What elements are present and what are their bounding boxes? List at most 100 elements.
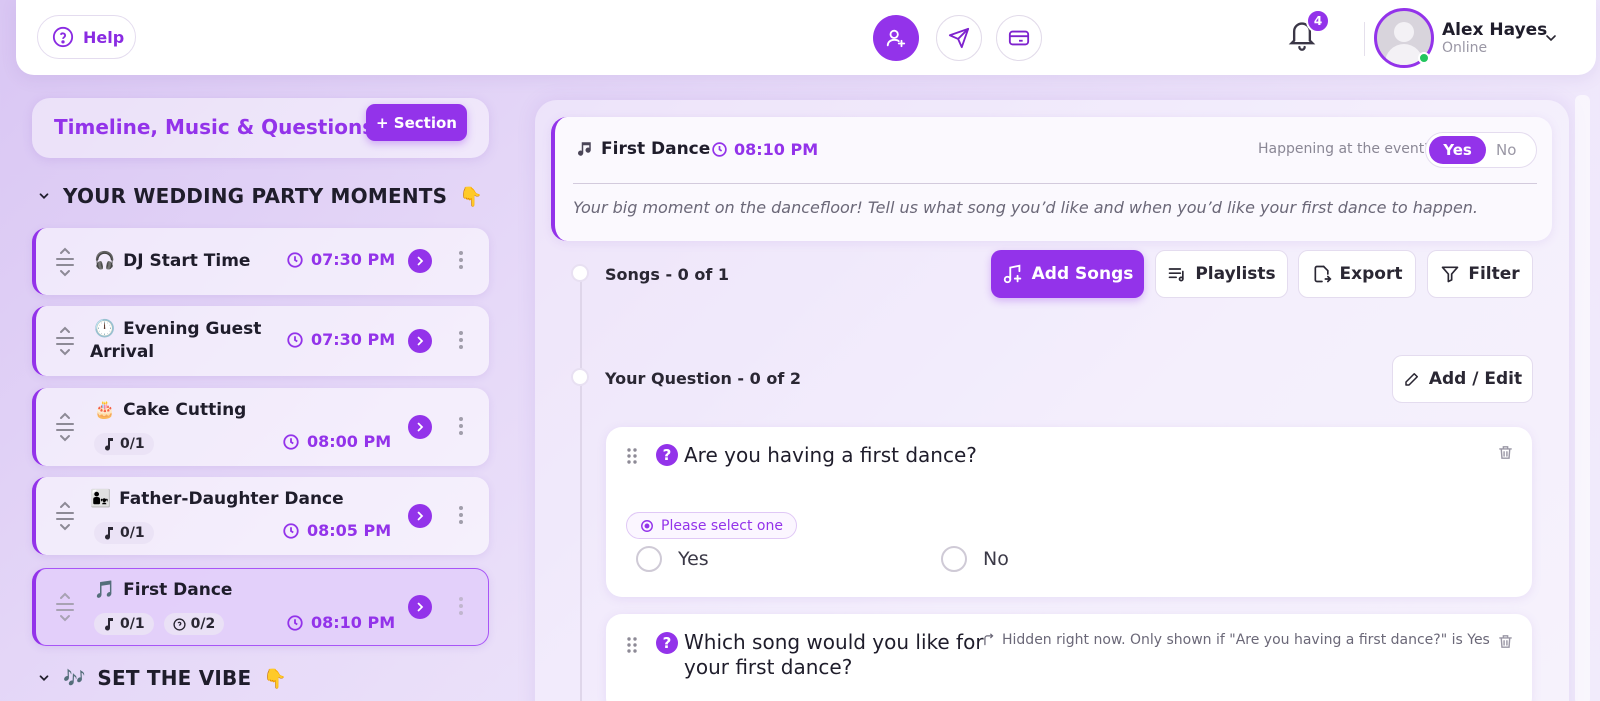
headphones-icon: 🎧 <box>94 251 116 271</box>
more-vertical-icon[interactable] <box>458 505 464 525</box>
timeline-dot <box>571 368 589 386</box>
scrollbar[interactable] <box>1575 95 1590 701</box>
question-text-line2: your first dance? <box>684 655 853 679</box>
chevron-down-icon[interactable] <box>1543 30 1559 46</box>
divider <box>573 183 1537 184</box>
question-text-line1: Which song would you like for <box>684 630 984 654</box>
clock-icon <box>286 614 304 632</box>
moment-detail-header: First Dance 08:10 PM Happening at the ev… <box>551 117 1552 241</box>
send-icon <box>948 27 970 49</box>
open-moment-button[interactable] <box>408 249 432 273</box>
clock-icon <box>711 141 728 158</box>
chevron-right-icon <box>414 421 426 433</box>
add-edit-questions-button[interactable]: Add / Edit <box>1392 355 1533 403</box>
music-notes-icon: 🎶 <box>63 667 86 689</box>
group-set-the-vibe[interactable]: 🎶 SET THE VIBE 👇 <box>37 666 287 690</box>
moment-title: DJ Start Time <box>123 251 251 271</box>
radio-button[interactable] <box>636 546 662 572</box>
playlists-button[interactable]: Playlists <box>1155 250 1288 298</box>
drag-handle-icon[interactable] <box>54 592 76 622</box>
pencil-icon <box>1403 370 1421 388</box>
question-circle-icon <box>173 617 186 631</box>
option-no[interactable]: No <box>941 546 1009 572</box>
moment-evening-guest-arrival[interactable]: 🕛 Evening Guest Arrival 07:30 PM <box>32 306 489 376</box>
help-button[interactable]: Help <box>37 15 136 59</box>
drag-handle-icon[interactable] <box>54 326 76 356</box>
happening-toggle[interactable]: Yes No <box>1425 132 1537 168</box>
radio-target-icon <box>640 519 654 533</box>
moment-father-daughter-dance[interactable]: 👨‍👧 Father-Daughter Dance 0/1 08:05 PM <box>32 477 489 555</box>
question-text: Are you having a first dance? <box>684 443 977 467</box>
user-plus-icon <box>885 27 907 49</box>
open-moment-button[interactable] <box>408 415 432 439</box>
drag-handle-icon[interactable] <box>54 247 76 277</box>
cake-icon: 🎂 <box>94 400 116 420</box>
open-moment-button[interactable] <box>408 504 432 528</box>
timeline-header: Timeline, Music & Questions + Section <box>32 98 489 158</box>
group-wedding-moments[interactable]: YOUR WEDDING PARTY MOMENTS 👇 <box>37 184 483 208</box>
chevron-right-icon <box>414 255 426 267</box>
send-button[interactable] <box>936 15 982 61</box>
moment-cake-cutting[interactable]: 🎂 Cake Cutting 0/1 08:00 PM <box>32 388 489 466</box>
music-notes-icon: 🎵 <box>94 580 116 600</box>
user-name[interactable]: Alex Hayes <box>1442 20 1547 40</box>
clock-emoji-icon: 🕛 <box>94 319 116 339</box>
more-vertical-icon[interactable] <box>458 330 464 350</box>
toggle-no[interactable]: No <box>1496 141 1516 159</box>
trash-icon[interactable] <box>1497 444 1514 461</box>
group-title: SET THE VIBE <box>97 666 252 690</box>
moment-title-line2: Arrival <box>90 342 155 362</box>
moment-dj-start-time[interactable]: 🎧 DJ Start Time 07:30 PM <box>32 228 489 295</box>
songs-count-pill: 0/1 <box>94 522 154 544</box>
drag-handle-icon[interactable] <box>54 501 76 531</box>
radio-button[interactable] <box>941 546 967 572</box>
moment-time: 08:10 PM <box>711 140 818 159</box>
moment-description: Your big moment on the dancefloor! Tell … <box>573 198 1479 217</box>
happening-label: Happening at the event? <box>1258 141 1432 157</box>
payments-button[interactable] <box>996 15 1042 61</box>
moment-title: Cake Cutting <box>123 400 247 420</box>
timeline-line <box>580 272 582 701</box>
more-vertical-icon[interactable] <box>458 596 464 616</box>
clock-icon <box>282 522 300 540</box>
father-daughter-icon: 👨‍👧 <box>90 489 112 509</box>
add-guest-button[interactable] <box>873 15 919 61</box>
open-moment-button[interactable] <box>408 595 432 619</box>
clock-icon <box>286 251 304 269</box>
more-vertical-icon[interactable] <box>458 250 464 270</box>
drag-dots-icon[interactable] <box>626 447 638 465</box>
music-note-icon <box>103 617 115 631</box>
chevron-right-icon <box>414 601 426 613</box>
online-status-dot <box>1418 52 1430 64</box>
toggle-yes[interactable]: Yes <box>1429 136 1486 164</box>
drag-dots-icon[interactable] <box>626 636 638 654</box>
moment-title: Evening Guest <box>123 319 262 339</box>
moment-title: First Dance <box>123 580 233 600</box>
music-plus-icon <box>1002 263 1024 285</box>
drag-handle-icon[interactable] <box>54 412 76 442</box>
open-moment-button[interactable] <box>408 329 432 353</box>
pointing-down-icon: 👇 <box>459 185 483 208</box>
filter-icon <box>1440 264 1460 284</box>
chevron-right-icon <box>414 510 426 522</box>
moment-time: 08:00 PM <box>282 432 391 451</box>
select-hint-chip: Please select one <box>626 512 797 539</box>
moment-time: 08:05 PM <box>282 521 391 540</box>
divider <box>1364 22 1365 56</box>
notification-badge: 4 <box>1306 9 1330 33</box>
questions-count-pill: 0/2 <box>163 613 225 635</box>
moment-first-dance[interactable]: 🎵 First Dance 0/1 0/2 08:10 PM <box>32 568 489 646</box>
trash-icon[interactable] <box>1497 633 1514 650</box>
filter-button[interactable]: Filter <box>1427 250 1533 298</box>
option-yes[interactable]: Yes <box>636 546 709 572</box>
more-vertical-icon[interactable] <box>458 416 464 436</box>
add-section-button[interactable]: + Section <box>366 104 467 141</box>
add-songs-button[interactable]: Add Songs <box>991 250 1144 298</box>
group-title: YOUR WEDDING PARTY MOMENTS <box>63 184 448 208</box>
question-icon: ? <box>656 632 678 654</box>
export-button[interactable]: Export <box>1298 250 1416 298</box>
question-card: ? Are you having a first dance? Please s… <box>606 427 1532 597</box>
music-note-icon <box>103 437 115 451</box>
moment-title: First Dance <box>601 139 711 159</box>
help-icon <box>52 26 74 48</box>
